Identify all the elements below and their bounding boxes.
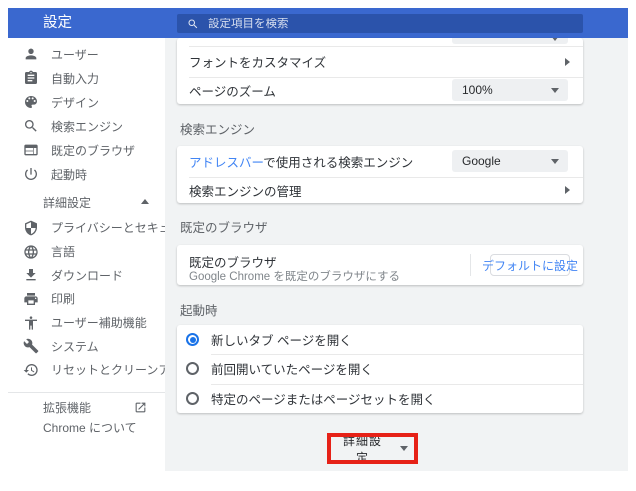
chevron-down-icon: [551, 88, 559, 93]
radio-unselected-icon[interactable]: [186, 362, 199, 375]
startup-option-label: 新しいタブ ページを開く: [211, 330, 352, 349]
advanced-settings-button[interactable]: 詳細設定: [331, 437, 414, 460]
sidebar-item-label: 起動時: [51, 166, 87, 183]
default-browser-card: 既定のブラウザ Google Chrome を既定のブラウザにする デフォルトに…: [177, 245, 583, 285]
make-default-button[interactable]: デフォルトに設定: [490, 254, 570, 276]
on-startup-card: 新しいタブ ページを開く 前回開いていたページを開く 特定のページまたはページセ…: [177, 325, 583, 413]
search-input[interactable]: [208, 18, 583, 30]
address-bar-link[interactable]: アドレスバー: [189, 156, 263, 170]
chevron-right-icon: [565, 58, 570, 66]
sidebar-item-autofill[interactable]: 自動入力: [8, 66, 165, 90]
startup-option-label: 前回開いていたページを開く: [211, 359, 373, 378]
chevron-up-icon: [141, 199, 149, 204]
restore-icon: [23, 362, 39, 378]
sidebar-item-label: ユーザー: [51, 46, 99, 63]
startup-option-specific-pages[interactable]: 特定のページまたはページセットを開く: [177, 384, 583, 413]
appearance-card: フォントをカスタマイズ ページのズーム 100%: [177, 38, 583, 104]
page-zoom-select[interactable]: 100%: [452, 79, 568, 101]
sidebar-item-about-chrome[interactable]: Chrome について: [8, 415, 165, 439]
chevron-down-icon: [551, 38, 559, 41]
address-bar-engine-label: アドレスバーで使用される検索エンジン: [189, 152, 413, 171]
sidebar-item-reset[interactable]: リセットとクリーンアップ: [8, 358, 165, 382]
about-chrome-label: Chrome について: [43, 419, 137, 436]
manage-search-engines-label: 検索エンジンの管理: [189, 181, 302, 200]
sidebar-item-downloads[interactable]: ダウンロード: [8, 263, 165, 287]
manage-search-engines-row[interactable]: 検索エンジンの管理: [177, 177, 583, 203]
autofill-icon: [23, 70, 39, 86]
font-size-select-partial[interactable]: [452, 38, 568, 44]
page-zoom-value: 100%: [462, 83, 551, 97]
open-in-new-icon: [134, 401, 147, 414]
customize-fonts-row[interactable]: フォントをカスタマイズ: [177, 46, 583, 77]
sidebar-main-menu: ユーザー 自動入力 デザイン 検索エンジン 既定のブラウザ: [8, 42, 165, 186]
sidebar-item-languages[interactable]: 言語: [8, 240, 165, 264]
chevron-down-icon: [400, 446, 408, 451]
sidebar-item-label: 既定のブラウザ: [51, 142, 135, 159]
sidebar-divider: [8, 392, 165, 393]
startup-option-continue[interactable]: 前回開いていたページを開く: [177, 354, 583, 383]
sidebar-item-search-engine[interactable]: 検索エンジン: [8, 114, 165, 138]
sidebar-item-label: 自動入力: [51, 70, 99, 87]
sidebar-item-people[interactable]: ユーザー: [8, 42, 165, 66]
sidebar-item-on-startup[interactable]: 起動時: [8, 162, 165, 186]
globe-icon: [23, 244, 39, 260]
extensions-label: 拡張機能: [43, 399, 134, 416]
page-title: 設定: [43, 8, 72, 38]
chevron-right-icon: [565, 186, 570, 194]
sidebar-item-system[interactable]: システム: [8, 334, 165, 358]
shield-icon: [23, 220, 39, 236]
sidebar-advanced-menu: プライバシーとセキュリティ 言語 ダウンロード 印刷 ユーザー補助機能: [8, 216, 165, 382]
radio-selected-icon[interactable]: [186, 333, 199, 346]
search-engine-select[interactable]: Google: [452, 150, 568, 172]
browser-icon: [23, 142, 39, 158]
download-icon: [23, 267, 39, 283]
power-icon: [23, 166, 39, 182]
search-icon: [23, 118, 39, 134]
settings-content: フォントをカスタマイズ ページのズーム 100% 検索エンジン アドレスバーで使…: [165, 38, 628, 471]
settings-sidebar: ユーザー 自動入力 デザイン 検索エンジン 既定のブラウザ: [8, 38, 165, 471]
sidebar-item-label: 印刷: [51, 290, 75, 307]
sidebar-item-label: ユーザー補助機能: [51, 314, 147, 331]
startup-option-label: 特定のページまたはページセットを開く: [211, 389, 436, 408]
screenshot-frame: 設定 ユーザー 自動入力 デザイン: [0, 0, 636, 491]
default-browser-row-subtitle: Google Chrome を既定のブラウザにする: [189, 268, 400, 284]
settings-toolbar: 設定: [8, 8, 628, 38]
customize-fonts-label: フォントをカスタマイズ: [189, 52, 326, 71]
wrench-icon: [23, 338, 39, 354]
radio-unselected-icon[interactable]: [186, 392, 199, 405]
search-engine-value: Google: [462, 154, 551, 168]
accessibility-icon: [23, 315, 39, 331]
default-browser-section-title: 既定のブラウザ: [180, 222, 268, 235]
startup-option-new-tab[interactable]: 新しいタブ ページを開く: [177, 325, 583, 354]
settings-search-field[interactable]: [177, 14, 583, 33]
advanced-settings-label: 詳細設定: [337, 432, 388, 466]
sidebar-item-label: 検索エンジン: [51, 118, 123, 135]
advanced-toggle-label: 詳細設定: [43, 194, 91, 211]
search-engine-section-title: 検索エンジン: [180, 124, 255, 137]
sidebar-item-accessibility[interactable]: ユーザー補助機能: [8, 311, 165, 335]
page-zoom-label: ページのズーム: [189, 81, 276, 100]
address-bar-engine-text: で使用される検索エンジン: [263, 156, 413, 170]
sidebar-advanced-toggle[interactable]: 詳細設定: [8, 190, 165, 214]
search-icon: [187, 18, 199, 30]
palette-icon: [23, 94, 39, 110]
sidebar-item-printing[interactable]: 印刷: [8, 287, 165, 311]
on-startup-section-title: 起動時: [180, 305, 218, 318]
search-engine-card: アドレスバーで使用される検索エンジン Google 検索エンジンの管理: [177, 146, 583, 203]
sidebar-item-label: ダウンロード: [51, 267, 123, 284]
sidebar-item-default-browser[interactable]: 既定のブラウザ: [8, 138, 165, 162]
vertical-divider: [470, 254, 471, 276]
chevron-down-icon: [551, 159, 559, 164]
sidebar-item-label: システム: [51, 338, 99, 355]
sidebar-item-label: 言語: [51, 243, 75, 260]
person-icon: [23, 46, 39, 62]
printer-icon: [23, 291, 39, 307]
sidebar-item-privacy[interactable]: プライバシーとセキュリティ: [8, 216, 165, 240]
chrome-settings-window: 設定 ユーザー 自動入力 デザイン: [8, 8, 628, 471]
sidebar-item-appearance[interactable]: デザイン: [8, 90, 165, 114]
sidebar-item-label: デザイン: [51, 94, 99, 111]
